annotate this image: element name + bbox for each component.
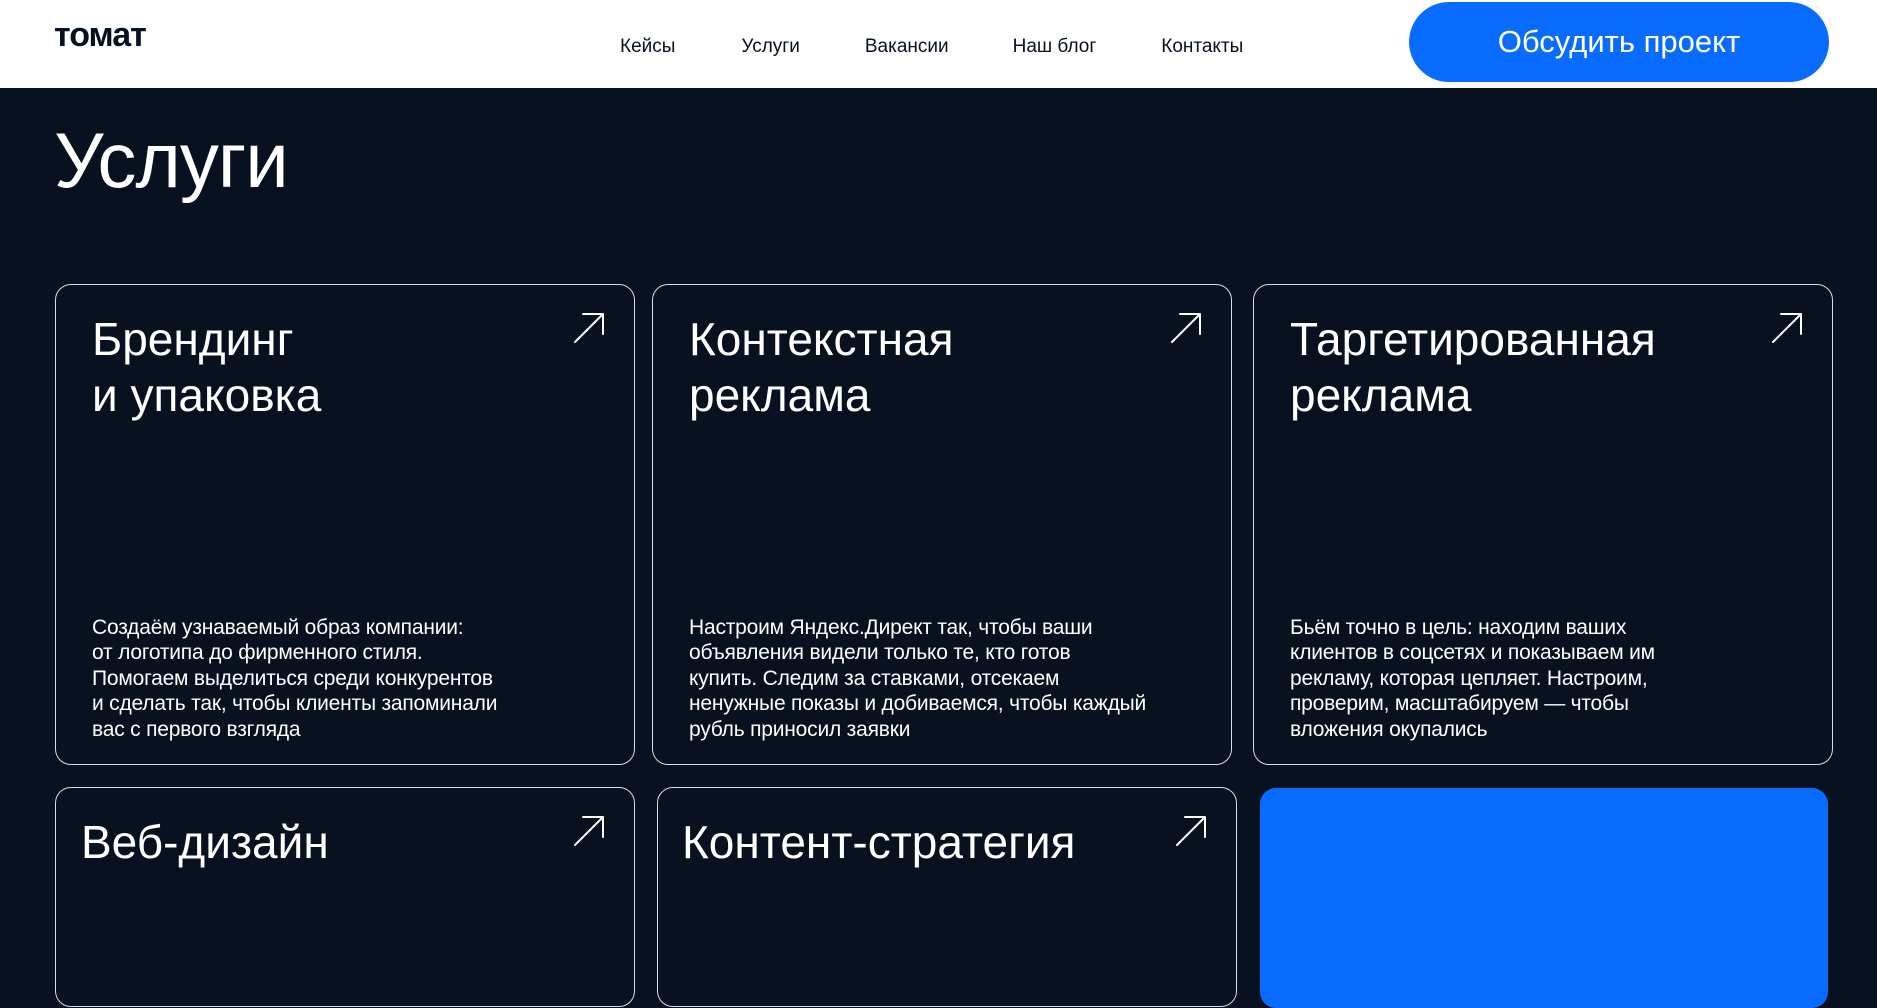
service-card-title: Брендинг и упаковка xyxy=(92,311,321,423)
nav-item-vacancies[interactable]: Вакансии xyxy=(865,33,949,56)
arrow-up-right-icon xyxy=(1176,816,1206,846)
arrow-up-right-icon xyxy=(1171,313,1201,343)
page-title: Услуги xyxy=(54,116,289,204)
description-line: объявления видели только те, кто готов xyxy=(689,641,1071,664)
service-card-description: Создаём узнаваемый образ компании: от ло… xyxy=(92,615,497,743)
description-line: Создаём узнаваемый образ компании: xyxy=(92,615,464,639)
logo[interactable]: томат xyxy=(54,18,147,52)
description-line: клиентов в соцсетях и показываем им xyxy=(1290,641,1655,664)
description-line: проверим, масштабируем — чтобы xyxy=(1290,692,1629,715)
title-line: Таргетированная xyxy=(1290,313,1656,365)
service-card-title: Контекстная реклама xyxy=(689,311,954,423)
description-line: вас с первого взгляда xyxy=(92,717,301,741)
service-card-description: Настроим Яндекс.Директ так, чтобы ваши о… xyxy=(689,615,1146,743)
service-card-title: Веб-дизайн xyxy=(81,814,329,870)
arrow-up-right-icon xyxy=(574,816,604,846)
service-card-branding[interactable]: Брендинг и упаковка Создаём узнаваемый о… xyxy=(55,284,635,765)
main-nav: Кейсы Услуги Вакансии Наш блог Контакты xyxy=(620,0,1243,88)
service-card-title: Таргетированная реклама xyxy=(1290,311,1656,423)
title-line: Веб-дизайн xyxy=(81,816,329,868)
description-line: Помогаем выделиться среди конкурентов xyxy=(92,666,493,690)
nav-item-cases[interactable]: Кейсы xyxy=(620,33,675,56)
title-line: и упаковка xyxy=(92,369,322,421)
service-card-title: Контент-стратегия xyxy=(682,814,1075,870)
description-line: рекламу, которая цепляет. Настроим, xyxy=(1290,666,1648,690)
service-card-content-strategy[interactable]: Контент-стратегия xyxy=(657,787,1237,1007)
service-card-context-ads[interactable]: Контекстная реклама Настроим Яндекс.Дире… xyxy=(652,284,1232,765)
service-card-targeted-ads[interactable]: Таргетированная реклама Бьём точно в цел… xyxy=(1253,284,1833,765)
arrow-up-right-icon xyxy=(574,313,604,343)
nav-item-blog[interactable]: Наш блог xyxy=(1013,33,1097,56)
description-line: Настроим Яндекс.Директ так, чтобы ваши xyxy=(689,615,1093,639)
title-line: Брендинг xyxy=(92,313,294,365)
promo-card[interactable] xyxy=(1260,788,1828,1008)
title-line: реклама xyxy=(689,369,871,421)
title-line: Контент-стратегия xyxy=(682,816,1076,868)
nav-item-contacts[interactable]: Контакты xyxy=(1161,33,1243,56)
discuss-project-button[interactable]: Обсудить проект xyxy=(1409,2,1829,82)
service-card-web-design[interactable]: Веб-дизайн xyxy=(55,787,635,1007)
description-line: вложения окупались xyxy=(1290,717,1488,741)
description-line: купить. Следим за ставками, отсекаем xyxy=(689,666,1060,690)
description-line: Бьём точно в цель: находим ваших xyxy=(1290,615,1627,639)
description-line: ненужные показы и добиваемся, чтобы кажд… xyxy=(689,692,1147,715)
arrow-up-right-icon xyxy=(1772,313,1802,343)
title-line: Контекстная xyxy=(689,313,954,365)
site-header: томат Кейсы Услуги Вакансии Наш блог Кон… xyxy=(0,0,1877,88)
title-line: реклама xyxy=(1290,369,1472,421)
description-line: рубль приносил заявки xyxy=(689,717,911,741)
nav-item-services[interactable]: Услуги xyxy=(741,33,799,56)
description-line: и сделать так, чтобы клиенты запоминали xyxy=(92,692,498,715)
description-line: от логотипа до фирменного стиля. xyxy=(92,641,423,664)
service-card-description: Бьём точно в цель: находим ваших клиенто… xyxy=(1290,615,1655,743)
